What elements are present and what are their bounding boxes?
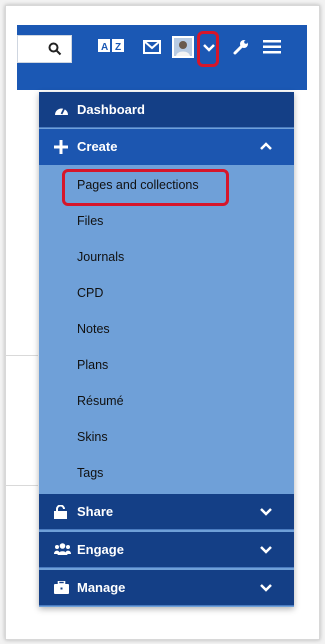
- annotation-highlight-box: [62, 169, 229, 206]
- wrench-icon: [233, 40, 248, 55]
- search-button[interactable]: [17, 35, 72, 63]
- divider: [5, 485, 38, 486]
- submenu-item-tags[interactable]: Tags: [77, 461, 103, 485]
- svg-text:Z: Z: [115, 42, 121, 53]
- divider: [5, 355, 38, 356]
- menu-item-dashboard[interactable]: Dashboard: [39, 92, 294, 128]
- menu-label-engage: Engage: [77, 542, 124, 557]
- language-icon: A Z: [98, 39, 124, 53]
- submenu-item-journals[interactable]: Journals: [77, 245, 124, 269]
- submenu-item-skins[interactable]: Skins: [77, 425, 108, 449]
- mail-icon: [143, 40, 161, 54]
- search-icon: [48, 42, 62, 56]
- submenu-item-cpd[interactable]: CPD: [77, 281, 103, 305]
- menu-label-dashboard: Dashboard: [77, 102, 145, 117]
- chevron-down-icon: [260, 508, 272, 516]
- svg-text:A: A: [101, 42, 108, 53]
- menu-label-create: Create: [77, 139, 118, 154]
- submenu-item-resume[interactable]: Résumé: [77, 389, 124, 413]
- menu-label-manage: Manage: [77, 580, 126, 595]
- plus-icon: [54, 140, 68, 154]
- menu-item-manage[interactable]: Manage: [39, 570, 294, 606]
- submenu-item-notes[interactable]: Notes: [77, 317, 110, 341]
- menu-item-engage[interactable]: Engage: [39, 532, 294, 568]
- chevron-up-icon: [260, 142, 272, 150]
- menu-label-share: Share: [77, 504, 114, 519]
- user-menu-toggle[interactable]: [197, 31, 219, 67]
- chevron-down-icon: [260, 584, 272, 592]
- dashboard-icon: [55, 107, 68, 115]
- user-photo-icon: [174, 38, 192, 56]
- unlock-icon: [54, 505, 67, 519]
- hamburger-icon: [263, 40, 281, 54]
- chevron-down-icon: [203, 44, 215, 52]
- inbox-button[interactable]: [143, 40, 161, 59]
- admin-button[interactable]: [232, 38, 250, 61]
- briefcase-icon: [54, 581, 69, 594]
- avatar[interactable]: [172, 36, 194, 58]
- users-icon: [54, 543, 71, 555]
- menu-item-create[interactable]: Create: [39, 129, 294, 165]
- submenu-item-plans[interactable]: Plans: [77, 353, 108, 377]
- menu-item-share[interactable]: Share: [39, 494, 294, 530]
- main-menu-button[interactable]: [263, 40, 281, 59]
- chevron-down-icon: [260, 546, 272, 554]
- submenu-item-files[interactable]: Files: [77, 209, 103, 233]
- language-button[interactable]: A Z: [98, 37, 126, 55]
